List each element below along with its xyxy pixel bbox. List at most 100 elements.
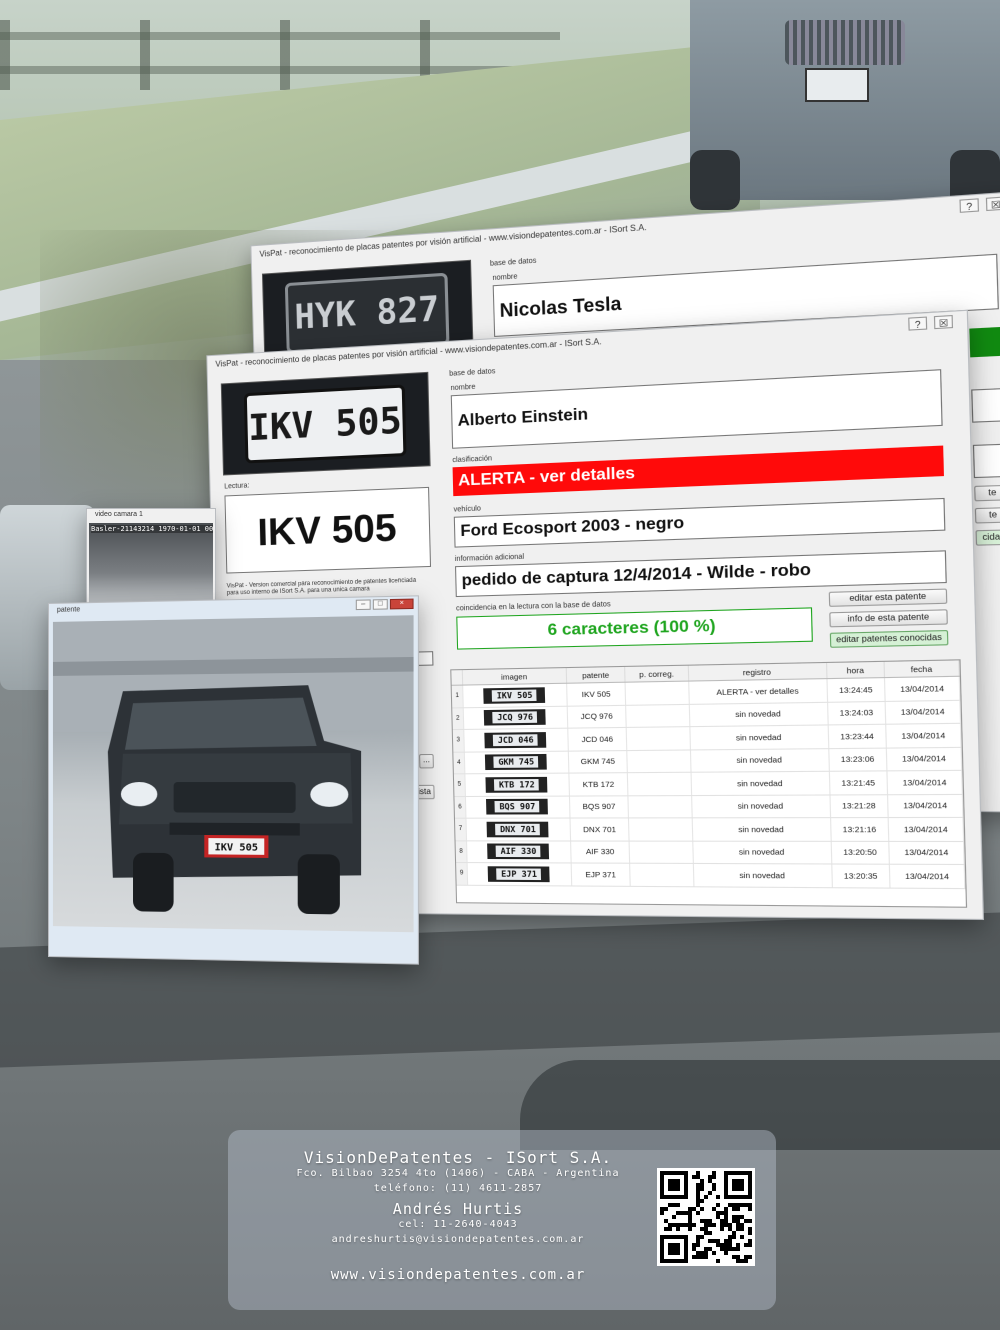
- row-record: sin novedad: [690, 725, 829, 749]
- row-time: 13:23:06: [829, 748, 887, 772]
- status-indicator: [969, 327, 1000, 358]
- row-corrected: [625, 681, 689, 705]
- minimize-button[interactable]: –: [356, 599, 371, 610]
- row-plate: KTB 172: [569, 773, 628, 796]
- recent-plates-table: imagen patente p. correg. registro hora …: [450, 659, 967, 908]
- row-image: EJP 371: [467, 863, 572, 886]
- row-image: JCD 046: [464, 728, 568, 751]
- info-label: información adicional: [455, 554, 525, 564]
- edit-plate-button[interactable]: editar esta patente: [829, 589, 948, 607]
- table-row[interactable]: 8 AIF 330 AIF 330 sin novedad 13:20:50 1…: [456, 840, 965, 864]
- row-image-text: JCQ 976: [493, 712, 538, 724]
- browse-button[interactable]: ...: [419, 754, 434, 769]
- col-fecha[interactable]: fecha: [884, 660, 959, 677]
- window-title: video camara 1: [87, 509, 215, 523]
- row-time: 13:21:16: [830, 818, 888, 841]
- row-date: 13/04/2014: [886, 747, 961, 771]
- row-time: 13:20:50: [831, 841, 889, 864]
- row-plate: AIF 330: [571, 840, 630, 863]
- contact-email[interactable]: andreshurtis@visiondepatentes.com.ar: [228, 1234, 688, 1245]
- close-button[interactable]: ×: [390, 599, 414, 610]
- row-corrected: [630, 863, 694, 886]
- row-record: sin novedad: [691, 794, 830, 817]
- col-hora[interactable]: hora: [826, 662, 884, 679]
- edit-button-edge[interactable]: te: [974, 485, 1000, 502]
- row-number: 8: [456, 840, 468, 862]
- row-record: ALERTA - ver detalles: [688, 679, 827, 704]
- row-number: 7: [455, 818, 467, 840]
- row-plate: JCQ 976: [567, 705, 626, 728]
- col-patente[interactable]: patente: [566, 667, 625, 683]
- row-number: 5: [454, 774, 466, 796]
- table-row[interactable]: 9 EJP 371 EJP 371 sin novedad 13:20:35 1…: [456, 863, 965, 889]
- help-button[interactable]: ?: [959, 198, 979, 213]
- plate-image: IKV 505: [221, 372, 431, 476]
- close-button[interactable]: ☒: [934, 315, 953, 329]
- row-date: 13/04/2014: [887, 794, 962, 818]
- row-record: sin novedad: [690, 748, 829, 772]
- table-row[interactable]: 4 GKM 745 GKM 745 sin novedad 13:23:06 1…: [453, 747, 961, 774]
- info-button-edge[interactable]: te: [975, 507, 1000, 524]
- camera-overlay-text: Basler-21143214 1970-01-01 00:: [91, 525, 213, 533]
- match-field: 6 caracteres (100 %): [456, 607, 813, 649]
- table-row[interactable]: 6 BQS 907 BQS 907 sin novedad 13:21:28 1…: [454, 794, 963, 818]
- plate-info-button[interactable]: info de esta patente: [829, 609, 948, 627]
- field-edge: [973, 444, 1000, 479]
- row-plate: DNX 701: [570, 818, 629, 841]
- row-number: 4: [453, 752, 465, 774]
- lectura-label: Lectura:: [224, 482, 249, 490]
- row-image: KTB 172: [465, 773, 570, 796]
- row-number-header: [451, 670, 462, 685]
- row-plate: GKM 745: [568, 750, 627, 773]
- row-plate: JCD 046: [568, 727, 627, 750]
- maximize-button[interactable]: □: [373, 599, 388, 610]
- row-number: 9: [456, 863, 468, 885]
- row-number: 3: [453, 729, 465, 751]
- row-image-text: BQS 907: [495, 801, 540, 813]
- row-image: DNX 701: [466, 818, 571, 840]
- qr-code-icon[interactable]: [657, 1168, 755, 1266]
- row-record: sin novedad: [693, 841, 832, 864]
- row-record: sin novedad: [692, 818, 831, 841]
- row-corrected: [628, 772, 692, 795]
- row-time: 13:21:45: [829, 771, 887, 795]
- row-number: 2: [452, 707, 464, 729]
- row-record: sin novedad: [689, 702, 828, 727]
- row-plate: IKV 505: [567, 682, 626, 705]
- row-image-text: IKV 505: [492, 689, 537, 701]
- table-row[interactable]: 7 DNX 701 DNX 701 sin novedad 13:21:16 1…: [455, 817, 964, 841]
- name-field[interactable]: Alberto Einstein: [451, 369, 943, 449]
- classification-alert[interactable]: ALERTA - ver detalles: [453, 446, 944, 497]
- row-image-text: GKM 745: [494, 756, 539, 768]
- row-date: 13/04/2014: [889, 864, 965, 888]
- row-image: JCQ 976: [463, 706, 567, 730]
- row-image: BQS 907: [465, 796, 570, 819]
- truck-wheel: [690, 150, 740, 210]
- row-time: 13:24:45: [827, 678, 885, 702]
- name-label: nombre: [451, 384, 476, 393]
- classification-label: clasificación: [452, 455, 492, 464]
- help-button[interactable]: ?: [908, 317, 927, 331]
- col-p-correg[interactable]: p. correg.: [625, 666, 689, 682]
- close-button[interactable]: ☒: [986, 196, 1000, 211]
- video-camera-window: video camara 1 Basler-21143214 1970-01-0…: [86, 508, 216, 610]
- row-record: sin novedad: [693, 863, 832, 887]
- captured-car-image: IKV 505: [53, 615, 414, 932]
- row-date: 13/04/2014: [884, 676, 959, 701]
- row-plate: EJP 371: [571, 863, 630, 886]
- website-link[interactable]: www.visiondepatentes.com.ar: [228, 1267, 688, 1283]
- truck-plate: [805, 68, 869, 102]
- edit-known-plates-button[interactable]: editar patentes conocidas: [830, 630, 949, 648]
- plate-image-text: IKV 505: [244, 384, 407, 463]
- row-date: 13/04/2014: [885, 700, 960, 724]
- vehicle-field[interactable]: Ford Ecosport 2003 - negro: [454, 498, 946, 548]
- row-corrected: [626, 704, 690, 728]
- truck-grille: [785, 20, 905, 65]
- known-button-edge[interactable]: cidas: [975, 529, 1000, 545]
- row-date: 13/04/2014: [888, 817, 963, 841]
- row-image-text: JCD 046: [493, 734, 538, 746]
- row-plate: BQS 907: [569, 795, 628, 818]
- table-row[interactable]: 5 KTB 172 KTB 172 sin novedad 13:21:45 1…: [454, 770, 962, 796]
- car-plate-text: IKV 505: [215, 842, 259, 854]
- vehicle-label: vehículo: [454, 505, 482, 513]
